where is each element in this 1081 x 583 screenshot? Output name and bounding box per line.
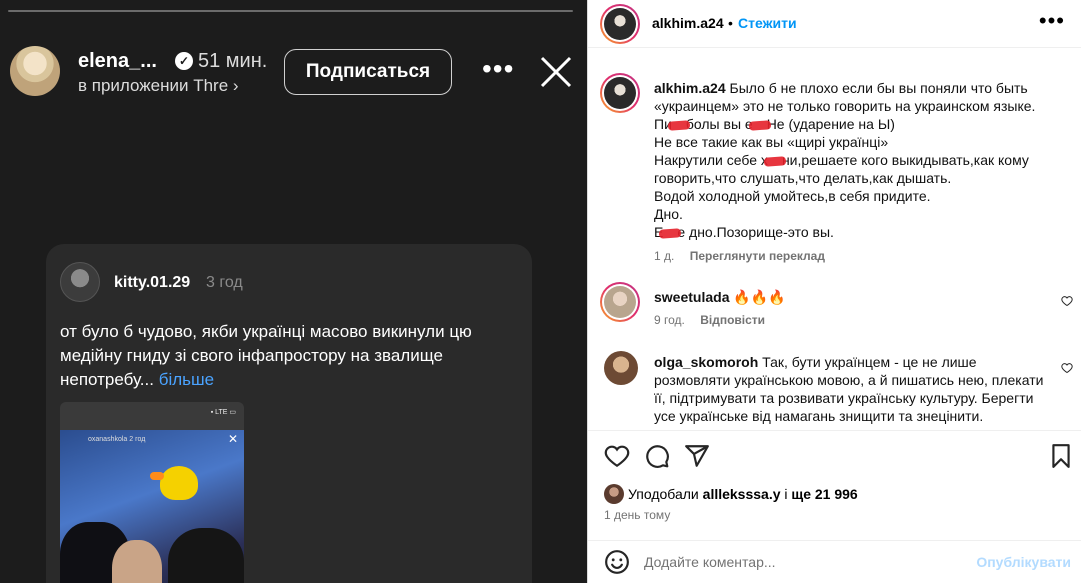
comment-username[interactable]: sweetulada: [654, 289, 729, 305]
story-viewer: elena_... ✓ 51 мин. в приложении Thre › …: [0, 0, 587, 583]
comment-time: 9 год.: [654, 313, 685, 327]
caption-paragraph-1: alkhim.a24 Было б не плохо если бы вы по…: [654, 79, 1074, 115]
embedded-post-image: ▪ LTE ▭ oxanashkola 2 год ✕: [60, 402, 244, 583]
comment-avatar[interactable]: [600, 282, 640, 322]
embedded-post-username: kitty.01.29: [114, 274, 191, 291]
photo-person: [168, 528, 244, 583]
post-header: alkhim.a24 • Стежити •••: [588, 0, 1081, 48]
more-options-icon[interactable]: •••: [482, 55, 513, 86]
caption-paragraph-4: Накрутили себе х ни,решаете кого выкидыва…: [654, 151, 1074, 187]
story-progress-bar: [8, 10, 573, 12]
caption-username[interactable]: alkhim.a24: [654, 80, 726, 96]
comment-username[interactable]: olga_skomoroh: [654, 354, 758, 370]
chevron-right-icon: ›: [232, 76, 239, 95]
redaction-mark: [667, 120, 691, 131]
caption-line: Не все такие как вы «щирі українці»: [654, 134, 889, 150]
likes-user[interactable]: allleksssa.y: [703, 486, 781, 502]
caption-line: Дно.: [654, 206, 683, 222]
subscribe-button[interactable]: Подписаться: [284, 49, 452, 95]
embedded-post-more-link[interactable]: більше: [159, 370, 214, 389]
comment-icon[interactable]: [644, 443, 670, 469]
emoji-icon[interactable]: [604, 549, 630, 575]
reply-button[interactable]: Відповісти: [700, 313, 765, 327]
story-username[interactable]: elena_...: [78, 50, 157, 73]
caption-author-avatar[interactable]: [600, 73, 640, 113]
embedded-post-avatar: [60, 262, 100, 302]
liker-avatar[interactable]: [604, 484, 624, 504]
comment-bar: Опублікувати: [588, 540, 1081, 583]
caption-paragraph-2: Пи болы вы е Не (ударение на Ы): [654, 115, 1074, 133]
story-header: elena_... ✓ 51 мин. в приложении Thre › …: [10, 46, 577, 100]
verified-icon: ✓: [175, 52, 193, 70]
post-caption: alkhim.a24 Было б не плохо если бы вы по…: [654, 79, 1074, 241]
avatar-photo: [604, 286, 636, 318]
caption-fragment: болы вы е: [685, 116, 753, 132]
likes-middle: і: [780, 486, 792, 502]
close-icon[interactable]: [538, 54, 574, 90]
thumb-close-icon: ✕: [227, 432, 238, 446]
comment-like-heart-icon[interactable]: [1061, 295, 1073, 307]
caption-line: Водой холодной умойтесь,в себя придите.: [654, 188, 931, 204]
caption-paragraph-6: Дно.: [654, 205, 1074, 223]
caption-fragment: Не (ударение на Ы): [766, 116, 895, 132]
comment-text: 🔥🔥🔥: [733, 289, 786, 305]
comment-like-heart-icon[interactable]: [1061, 362, 1073, 374]
follow-button[interactable]: Стежити: [738, 15, 797, 31]
post-more-options-icon[interactable]: •••: [1039, 8, 1065, 34]
likes-summary[interactable]: Уподобали allleksssa.y і ще 21 996: [628, 486, 858, 502]
comment-input[interactable]: [644, 551, 964, 573]
post-timestamp[interactable]: 1 день тому: [604, 508, 670, 522]
comment-row: sweetulada 🔥🔥🔥: [654, 288, 786, 306]
caption-paragraph-5: Водой холодной умойтесь,в себя придите.: [654, 187, 1074, 205]
caption-fragment: е дно.Позорище-это вы.: [677, 224, 834, 240]
duck-icon: [150, 466, 198, 500]
caption-paragraph-7: Ее дно.Позорище-это вы.: [654, 223, 1074, 241]
publish-button[interactable]: Опублікувати: [976, 554, 1071, 570]
share-send-icon[interactable]: [684, 443, 710, 469]
embedded-threads-post[interactable]: kitty.01.29 3 год от було б чудово, якби…: [46, 244, 532, 583]
caption-paragraph-3: Не все такие как вы «щирі українці»: [654, 133, 1074, 151]
like-heart-icon[interactable]: [604, 443, 630, 469]
redaction-mark: [763, 156, 787, 167]
comment-row: olga_skomoroh Так, бути українцем - це н…: [654, 353, 1046, 425]
embedded-post-text: от було б чудово, якби українці масово в…: [60, 320, 520, 392]
avatar-photo: [604, 77, 636, 109]
save-bookmark-icon[interactable]: [1048, 443, 1074, 469]
caption-fragment: Накрутили себе х: [654, 152, 768, 168]
redaction-mark: [748, 120, 771, 131]
thumb-caption: oxanashkola 2 год: [88, 436, 146, 443]
author-avatar[interactable]: [600, 4, 640, 44]
post-panel: alkhim.a24 • Стежити ••• alkhim.a24 Было…: [587, 0, 1081, 583]
post-author-username[interactable]: alkhim.a24: [652, 15, 724, 31]
comment-meta: 9 год. Відповісти: [654, 313, 765, 327]
story-subtitle[interactable]: в приложении Thre ›: [78, 76, 239, 96]
story-avatar[interactable]: [10, 46, 60, 96]
redaction-mark: [659, 228, 682, 239]
caption-time: 1 д.: [654, 249, 675, 263]
see-translation-button[interactable]: Переглянути переклад: [690, 249, 825, 263]
avatar-photo: [604, 8, 636, 40]
likes-count[interactable]: ще 21 996: [791, 486, 857, 502]
story-subtitle-text: в приложении Thre: [78, 76, 229, 95]
embedded-post-time: 3 год: [206, 274, 243, 291]
thumb-photo: [60, 430, 244, 583]
caption-meta: 1 д. Переглянути переклад: [654, 249, 825, 263]
photo-person: [112, 540, 162, 583]
thumb-status-bar: ▪ LTE ▭: [210, 409, 236, 416]
separator-dot: •: [728, 15, 733, 31]
likes-prefix: Уподобали: [628, 486, 703, 502]
embedded-post-body: от було б чудово, якби українці масово в…: [60, 322, 472, 389]
comment-avatar[interactable]: [604, 351, 638, 385]
post-action-bar: [588, 430, 1081, 482]
story-time: 51 мин.: [198, 50, 268, 72]
